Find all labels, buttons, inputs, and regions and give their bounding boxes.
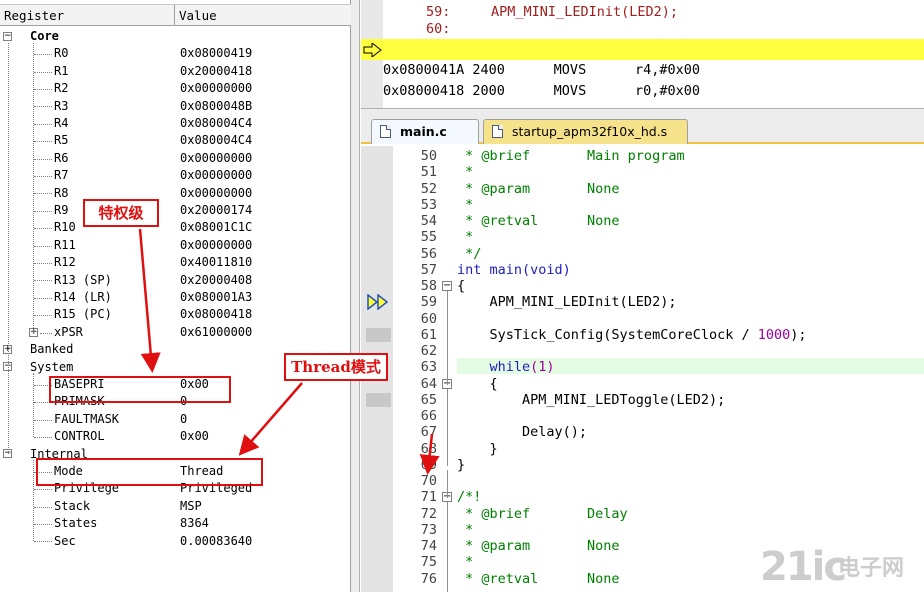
watermark-text-big: 21ic (760, 544, 847, 590)
annotation-arrows (138, 228, 440, 475)
arrow-to-basepri (138, 228, 161, 373)
watermark-logo: 21ic 电子网 (760, 540, 920, 590)
arrow-to-mode (238, 382, 303, 456)
watermark-text-small: 电子网 (838, 556, 905, 581)
arrow-to-line-69 (419, 433, 440, 475)
